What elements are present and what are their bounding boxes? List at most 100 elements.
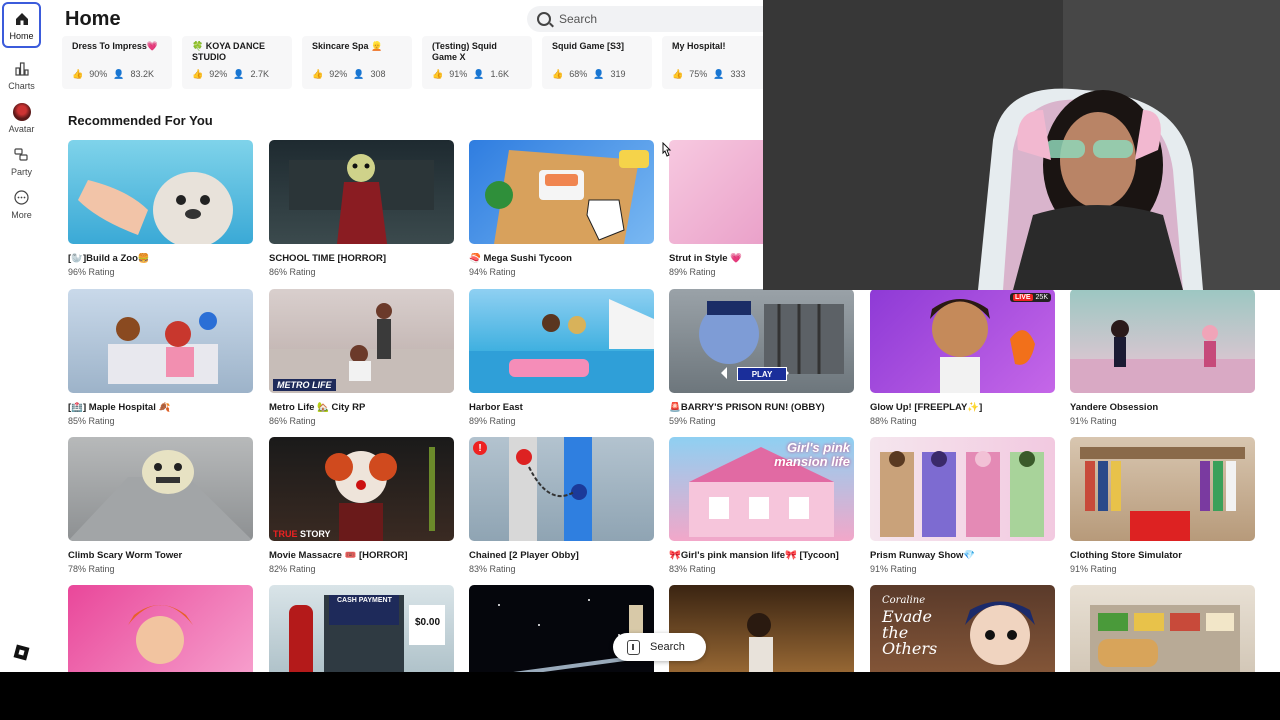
strip-card[interactable]: Squid Game [S3] 👍 68% 👤 319 [542, 36, 652, 89]
game-thumbnail: CASH PAYMENT $0.00 [269, 585, 454, 672]
players-icon: 👤 [353, 69, 365, 79]
players-icon: 👤 [593, 69, 605, 79]
game-tile[interactable]: ! Chained [2 Player Obby] 83% Rating [469, 437, 654, 574]
search-placeholder: Search [559, 12, 598, 26]
players-icon: 👤 [113, 69, 125, 79]
game-rating: 88% Rating [870, 416, 917, 426]
live-count: 25K [1035, 294, 1048, 301]
strip-card[interactable]: Dress To Impress💗 👍 90% 👤 83.2K [62, 36, 172, 89]
game-title: Chained [2 Player Obby] [469, 550, 579, 561]
strip-card-title: Dress To Impress💗 [72, 41, 159, 51]
strip-card-rating: 92% [329, 69, 348, 79]
players-icon: 👤 [473, 69, 485, 79]
game-title: [🏥] Maple Hospital 🍂 [68, 402, 171, 413]
game-rating: 59% Rating [669, 416, 716, 426]
game-title: Clothing Store Simulator [1070, 550, 1182, 561]
search-input[interactable]: Search [527, 6, 777, 32]
game-title: Movie Massacre 🎟️ [HORROR] [269, 550, 408, 561]
sidebar-item-label: Avatar [8, 123, 35, 134]
game-title: Metro Life 🏡 City RP [269, 402, 366, 413]
sidebar-item-charts[interactable]: Charts [2, 52, 41, 98]
strip-card-players: 2.7K [250, 69, 269, 79]
thumb-logo: Coraline Evade the Others [882, 593, 952, 657]
game-tile[interactable]: Coraline Evade the Others [870, 585, 1055, 672]
thumb-label-part: TRUE [273, 529, 298, 539]
game-tile[interactable]: [🦭]Build a Zoo🍔 96% Rating [68, 140, 253, 277]
roblox-logo-icon[interactable] [13, 644, 30, 661]
sidebar-item-party[interactable]: Party [2, 138, 41, 184]
game-tile[interactable]: Prism Runway Show💎 91% Rating [870, 437, 1055, 574]
game-tile[interactable]: Girl's pink mansion life 🎀Girl's pink ma… [669, 437, 854, 574]
game-tile[interactable]: PLAY 🚨BARRY'S PRISON RUN! (OBBY) 59% Rat… [669, 289, 854, 426]
strip-card[interactable]: My Hospital! 👍 75% 👤 333 [662, 36, 772, 89]
game-tile[interactable]: METRO LIFE Metro Life 🏡 City RP 86% Rati… [269, 289, 454, 426]
more-icon [13, 189, 31, 207]
thumb-logo-line: Evade the Others [882, 607, 938, 658]
live-label: LIVE [1012, 294, 1033, 301]
strip-card-title: Skincare Spa 👱 [312, 41, 383, 51]
game-thumbnail: METRO LIFE [269, 289, 454, 393]
thumb-label-part: STORY [297, 529, 331, 539]
strip-card[interactable]: Skincare Spa 👱 👍 92% 👤 308 [302, 36, 412, 89]
game-thumbnail [68, 585, 253, 672]
party-icon [13, 146, 31, 164]
sidebar-item-label: Charts [8, 80, 35, 91]
app-window: Home Charts Avatar Party More Home Searc… [0, 0, 1280, 672]
game-tile[interactable]: LIVE 25K Glow Up! [FREEPLAY✨] 88% Rating [870, 289, 1055, 426]
game-tile[interactable]: 🍣 Mega Sushi Tycoon 94% Rating [469, 140, 654, 277]
game-tile[interactable]: Clothing Store Simulator 91% Rating [1070, 437, 1255, 574]
game-tile[interactable] [1070, 585, 1255, 672]
strip-card-title: Squid Game [S3] [552, 41, 625, 51]
strip-card-rating: 75% [689, 69, 708, 79]
strip-card[interactable]: 🍀 KOYA DANCE STUDIO 👍 92% 👤 2.7K [182, 36, 292, 89]
sidebar-item-home[interactable]: Home [2, 2, 41, 48]
game-tile[interactable] [68, 585, 253, 672]
search-icon [537, 12, 551, 26]
live-badge: LIVE 25K [1009, 293, 1051, 302]
strip-card[interactable]: (Testing) Squid Game X 👍 91% 👤 1.6K [422, 36, 532, 89]
avatar-icon [12, 102, 31, 121]
game-title: Glow Up! [FREEPLAY✨] [870, 402, 983, 413]
game-tile[interactable]: CASH PAYMENT $0.00 [269, 585, 454, 672]
game-title: [🦭]Build a Zoo🍔 [68, 253, 150, 264]
game-tile[interactable]: Yandere Obsession 91% Rating [1070, 289, 1255, 426]
game-thumbnail [469, 289, 654, 393]
game-thumbnail [68, 140, 253, 244]
sidebar-item-label: Home [9, 30, 34, 41]
thumb-label: $0.00 [415, 617, 441, 628]
game-title: Harbor East [469, 402, 523, 413]
thumbs-up-icon: 👍 [72, 69, 84, 79]
game-tile[interactable]: Harbor East 89% Rating [469, 289, 654, 426]
thumb-label: TRUE STORY [273, 529, 331, 539]
game-title: 🍣 Mega Sushi Tycoon [469, 253, 572, 264]
sidebar-item-label: More [11, 209, 32, 220]
game-tile[interactable]: [🏥] Maple Hospital 🍂 85% Rating [68, 289, 253, 426]
game-thumbnail: TRUE STORY [269, 437, 454, 541]
strip-card-rating: 92% [209, 69, 228, 79]
game-title: Climb Scary Worm Tower [68, 550, 183, 561]
game-title: SCHOOL TIME [HORROR] [269, 253, 386, 264]
game-rating: 78% Rating [68, 564, 115, 574]
sidebar-item-avatar[interactable]: Avatar [2, 95, 41, 141]
floating-search-label: Search [650, 641, 685, 653]
sidebar-item-more[interactable]: More [2, 181, 41, 227]
game-rating: 83% Rating [669, 564, 716, 574]
strip-card-players: 319 [610, 69, 626, 79]
continue-strip: Dress To Impress💗 👍 90% 👤 83.2K 🍀 KOYA DANC… [62, 36, 782, 92]
strip-card-players: 1.6K [490, 69, 509, 79]
floating-search-button[interactable]: Search [613, 633, 706, 661]
game-thumbnail: Coraline Evade the Others [870, 585, 1055, 672]
thumbs-up-icon: 👍 [192, 69, 204, 79]
game-rating: 83% Rating [469, 564, 516, 574]
game-rating: 85% Rating [68, 416, 115, 426]
page-title: Home [65, 8, 121, 30]
strip-card-rating: 90% [89, 69, 108, 79]
game-tile[interactable]: SCHOOL TIME [HORROR] 86% Rating [269, 140, 454, 277]
sidebar: Home Charts Avatar Party More [0, 0, 43, 672]
game-tile[interactable]: Climb Scary Worm Tower 78% Rating [68, 437, 253, 574]
section-title: Recommended For You [68, 113, 213, 128]
home-icon [13, 10, 31, 28]
game-tile[interactable]: TRUE STORY Movie Massacre 🎟️ [HORROR] 82… [269, 437, 454, 574]
game-title: 🚨BARRY'S PRISON RUN! (OBBY) [669, 402, 825, 413]
game-thumbnail [1070, 289, 1255, 393]
